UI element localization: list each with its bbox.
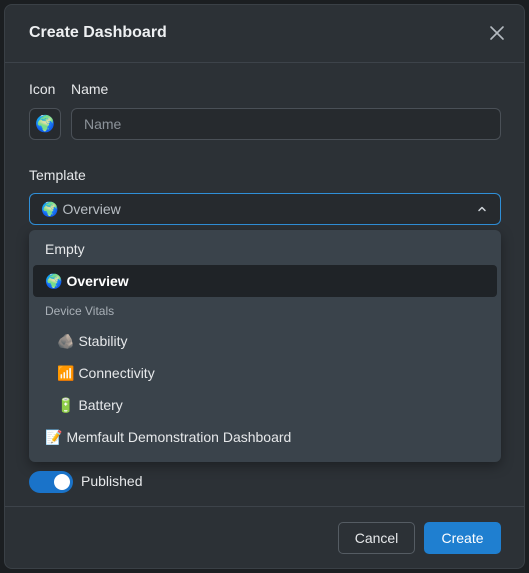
create-dashboard-dialog: Create Dashboard Icon Name 🌍 Template 🌍 …	[4, 4, 525, 569]
option-label: Memfault Demonstration Dashboard	[66, 429, 292, 445]
template-option-empty[interactable]: Empty	[33, 233, 497, 265]
close-icon	[490, 26, 504, 40]
name-input[interactable]	[71, 108, 501, 140]
globe-icon: 🌍	[45, 272, 63, 289]
cancel-button[interactable]: Cancel	[338, 522, 415, 554]
template-option-connectivity[interactable]: 📶 Connectivity	[33, 357, 497, 389]
template-option-memfault-demo[interactable]: 📝 Memfault Demonstration Dashboard	[33, 421, 497, 453]
dialog-footer: Cancel Create	[5, 506, 524, 568]
option-label: Empty	[45, 241, 85, 257]
chevron-up-icon	[478, 206, 486, 212]
published-label: Published	[81, 473, 143, 489]
dialog-title: Create Dashboard	[29, 24, 167, 41]
close-button[interactable]	[486, 22, 508, 44]
template-label: Template	[29, 167, 86, 183]
toggle-knob	[54, 474, 70, 490]
option-label: Connectivity	[78, 365, 155, 381]
template-select[interactable]: 🌍 Overview	[29, 193, 501, 225]
create-button[interactable]: Create	[424, 522, 501, 554]
globe-icon: 🌍	[41, 200, 59, 217]
signal-bars-icon: 📶	[57, 364, 75, 381]
template-option-battery[interactable]: 🔋 Battery	[33, 389, 497, 421]
template-selected-value: Overview	[62, 201, 121, 217]
battery-icon: 🔋	[57, 396, 75, 413]
icon-picker-button[interactable]: 🌍	[29, 108, 61, 140]
icon-label: Icon	[29, 81, 56, 97]
template-dropdown-menu: Empty 🌍 Overview Device Vitals 🪨 Stabili…	[29, 230, 501, 462]
option-label: Overview	[66, 273, 129, 289]
template-option-overview[interactable]: 🌍 Overview	[33, 265, 497, 297]
published-toggle[interactable]	[29, 471, 73, 493]
name-label: Name	[71, 81, 109, 97]
dialog-header: Create Dashboard	[5, 5, 524, 63]
option-label: Battery	[78, 397, 123, 413]
rock-icon: 🪨	[57, 332, 75, 349]
globe-icon: 🌍	[35, 116, 55, 133]
template-option-stability[interactable]: 🪨 Stability	[33, 325, 497, 357]
option-group-label: Device Vitals	[45, 304, 115, 318]
option-label: Stability	[78, 333, 128, 349]
memo-icon: 📝	[45, 428, 63, 445]
